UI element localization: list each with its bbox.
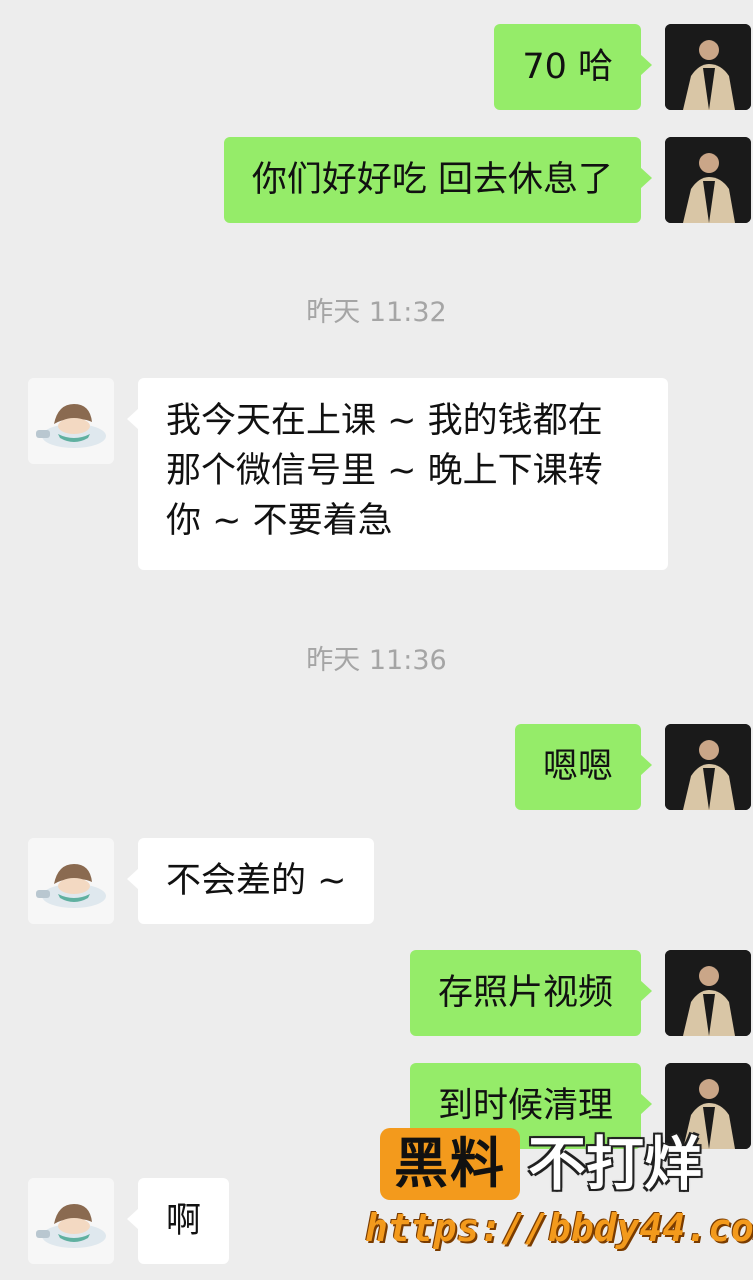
- message-text: 啊: [166, 1201, 202, 1241]
- person-photo-icon: [665, 950, 751, 1036]
- watermark-brand-text: 不打烊: [528, 1130, 703, 1198]
- watermark-url: https://bbdy44.com: [365, 1206, 753, 1250]
- my-avatar[interactable]: [665, 950, 751, 1036]
- person-photo-icon: [665, 24, 751, 110]
- contact-avatar[interactable]: [28, 838, 114, 924]
- timestamp: 昨天 11:36: [306, 645, 447, 676]
- message-text: 存照片视频: [437, 973, 613, 1013]
- my-avatar[interactable]: [665, 137, 751, 223]
- message-bubble-contact[interactable]: 我今天在上课 ~ 我的钱都在 那个微信号里 ~ 晚上下课转 你 ~ 不要着急: [127, 378, 668, 570]
- sleeping-cartoon-icon: [28, 378, 114, 464]
- message-text: 到时候清理: [437, 1086, 613, 1126]
- sleeping-cartoon-icon: [28, 838, 114, 924]
- message-bubble-me[interactable]: 嗯嗯: [514, 724, 653, 810]
- message-text: 70 哈: [522, 47, 613, 87]
- message-line: 我今天在上课 ~ 我的钱都在: [166, 401, 603, 441]
- timestamp: 昨天 11:32: [306, 297, 447, 328]
- person-photo-icon: [665, 137, 751, 223]
- message-bubble-me[interactable]: 存照片视频: [409, 950, 653, 1036]
- message-line: 你 ~ 不要着急: [166, 501, 393, 541]
- sleeping-cartoon-icon: [28, 1178, 114, 1264]
- message-bubble-me[interactable]: 70 哈: [494, 24, 652, 110]
- message-bubble-contact[interactable]: 不会差的 ~: [126, 838, 375, 924]
- message-text: 你们好好吃 回去休息了: [251, 160, 613, 200]
- contact-avatar[interactable]: [28, 378, 114, 464]
- person-photo-icon: [665, 724, 751, 810]
- message-line: 那个微信号里 ~ 晚上下课转: [166, 451, 603, 491]
- message-text: 嗯嗯: [542, 747, 613, 787]
- my-avatar[interactable]: [665, 724, 751, 810]
- message-bubble-me[interactable]: 你们好好吃 回去休息了: [223, 137, 653, 223]
- my-avatar[interactable]: [665, 24, 751, 110]
- message-bubble-contact[interactable]: 啊: [126, 1178, 230, 1264]
- contact-avatar[interactable]: [28, 1178, 114, 1264]
- watermark-brand-box: 黑料: [380, 1128, 520, 1200]
- message-text: 不会差的 ~: [166, 861, 347, 901]
